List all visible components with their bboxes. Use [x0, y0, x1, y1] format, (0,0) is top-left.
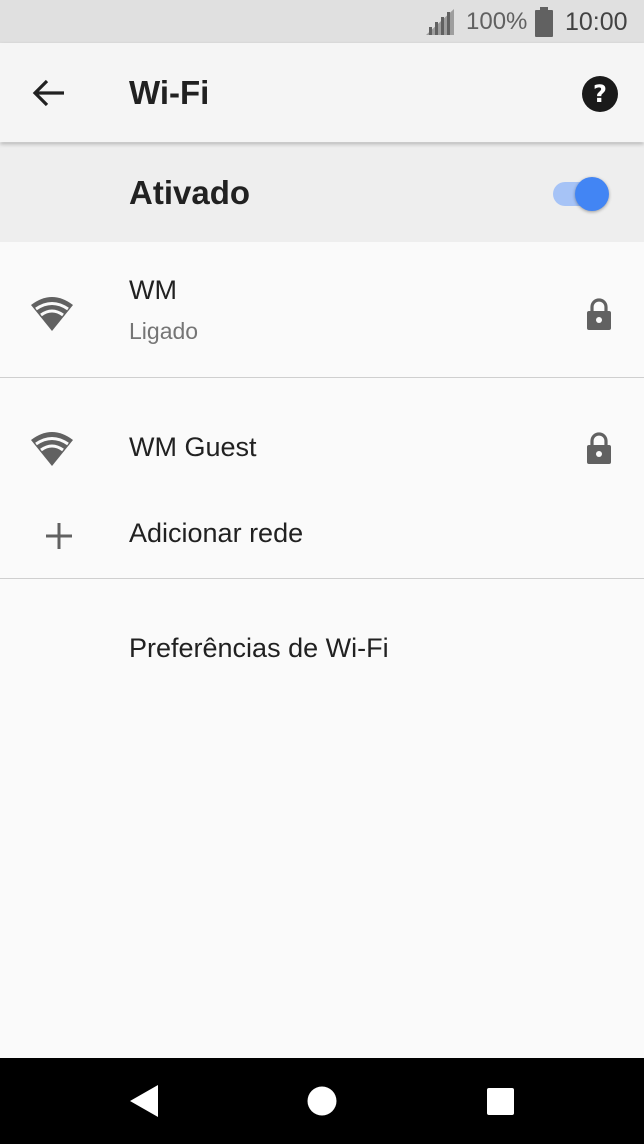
divider	[0, 377, 644, 378]
signal-icon	[426, 9, 454, 35]
status-clock: 10:00	[565, 8, 628, 36]
status-bar: 100% 10:00	[0, 0, 644, 43]
arrow-back-icon	[32, 79, 64, 107]
wifi-signal-icon	[31, 297, 73, 331]
app-bar: Wi-Fi ?	[0, 43, 644, 142]
wifi-toggle-label: Ativado	[129, 174, 251, 211]
nav-recents-button[interactable]	[480, 1081, 520, 1121]
network-name: WM	[129, 275, 177, 305]
battery-icon	[535, 7, 553, 37]
wifi-preferences-item[interactable]: Preferências de Wi-Fi	[0, 600, 644, 696]
lock-icon	[587, 432, 611, 464]
network-status: Ligado	[129, 318, 199, 344]
divider	[0, 578, 644, 579]
plus-icon	[46, 523, 72, 549]
wifi-preferences-label: Preferências de Wi-Fi	[129, 633, 389, 663]
help-circle-icon: ?	[582, 76, 618, 112]
back-triangle-icon	[130, 1085, 158, 1117]
recents-square-icon	[487, 1088, 514, 1115]
battery-percent: 100%	[466, 8, 528, 35]
wifi-toggle-switch[interactable]	[551, 177, 611, 211]
wifi-master-toggle-row[interactable]: Ativado	[0, 143, 644, 242]
page-title: Wi-Fi	[129, 74, 210, 111]
home-circle-icon	[307, 1086, 337, 1116]
nav-home-button[interactable]	[302, 1081, 342, 1121]
wifi-signal-icon	[31, 432, 73, 466]
back-button[interactable]	[26, 71, 70, 115]
help-button[interactable]: ?	[581, 75, 619, 113]
navigation-bar	[0, 1058, 644, 1144]
add-network-label: Adicionar rede	[129, 518, 304, 548]
nav-back-button[interactable]	[124, 1081, 164, 1121]
network-item-wm[interactable]: WM Ligado	[0, 243, 644, 377]
network-item-wm-guest[interactable]: WM Guest	[0, 410, 644, 486]
switch-thumb	[575, 177, 609, 211]
network-name: WM Guest	[129, 432, 257, 462]
svg-text:?: ?	[593, 80, 607, 108]
lock-icon	[587, 298, 611, 330]
add-network-button[interactable]: Adicionar rede	[0, 496, 644, 572]
